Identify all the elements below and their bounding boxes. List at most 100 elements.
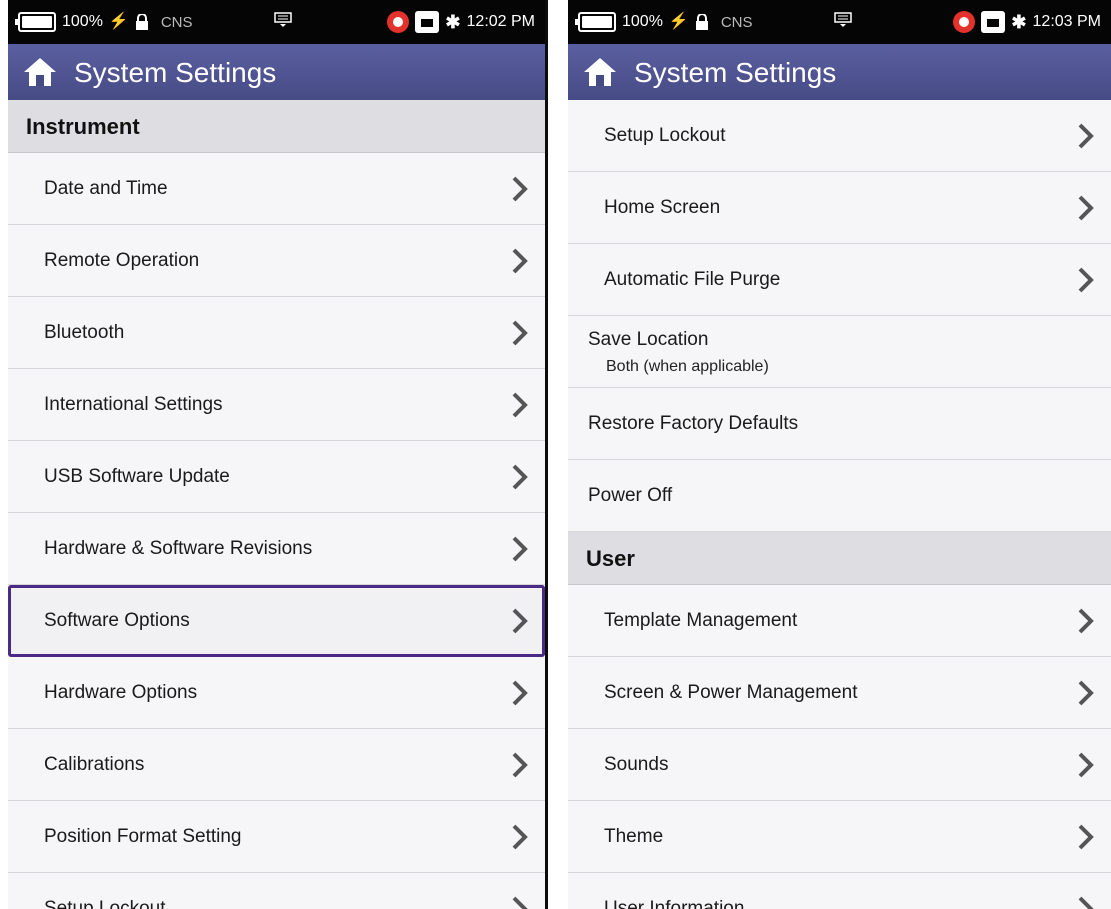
chevron-right-icon (512, 824, 528, 850)
chevron-right-icon (1078, 267, 1094, 293)
page-title: System Settings (634, 57, 837, 88)
menu-item-international-settings[interactable]: International Settings (8, 369, 545, 441)
menu-item-label: USB Software Update (44, 466, 230, 487)
menu-item-theme[interactable]: Theme (568, 801, 1111, 873)
menu-item-restore-factory-defaults[interactable]: Restore Factory Defaults (568, 388, 1111, 460)
battery-icon (575, 12, 616, 32)
chevron-right-icon (1078, 680, 1094, 706)
menu-item-bluetooth[interactable]: Bluetooth (8, 297, 545, 369)
section-header-instrument: Instrument (8, 100, 545, 153)
title-bar: System Settings (8, 44, 545, 100)
menu-item-label: Position Format Setting (44, 826, 242, 847)
menu-item-setup-lockout[interactable]: Setup Lockout (8, 873, 545, 909)
battery-icon (15, 12, 56, 32)
menu-item-label: Power Off (588, 485, 673, 506)
status-right-group: ✱ 12:03 PM (953, 11, 1101, 33)
menu-item-label: Hardware & Software Revisions (44, 538, 313, 559)
save-location-value: Both (when applicable) (606, 358, 769, 375)
lock-icon (135, 14, 148, 30)
chevron-right-icon (512, 536, 528, 562)
menu-item-label: Theme (604, 826, 664, 847)
battery-percent: 100% (622, 13, 663, 30)
bluetooth-icon: ✱ (445, 11, 461, 32)
chevron-right-icon (512, 248, 528, 274)
status-left-group: 100% ⚡ CNS (575, 12, 753, 32)
location-pin-icon (387, 11, 410, 33)
lightning-icon: ⚡ (668, 13, 689, 30)
menu-item-label: Home Screen (604, 197, 721, 218)
menu-item-usb-software-update[interactable]: USB Software Update (8, 441, 545, 513)
chevron-right-icon (512, 896, 528, 909)
chevron-right-icon (512, 608, 528, 634)
ethernet-icon (415, 11, 440, 33)
menu-item-software-options[interactable]: Software Options (8, 585, 545, 657)
chevron-right-icon (1078, 896, 1094, 909)
chevron-right-icon (512, 752, 528, 778)
chevron-right-icon (512, 392, 528, 418)
clock: 12:02 PM (466, 13, 535, 30)
menu-item-label: Bluetooth (44, 322, 125, 343)
battery-percent: 100% (62, 13, 103, 30)
menu-item-template-management[interactable]: Template Management (568, 585, 1111, 657)
menu-item-label: Save Location (588, 329, 709, 350)
menu-item-label: Setup Lockout (604, 125, 726, 146)
chevron-right-icon (1078, 752, 1094, 778)
menu-item-setup-lockout[interactable]: Setup Lockout (568, 100, 1111, 172)
menu-item-remote-operation[interactable]: Remote Operation (8, 225, 545, 297)
menu-item-power-off[interactable]: Power Off (568, 460, 1111, 532)
menu-item-label: Hardware Options (44, 682, 198, 703)
carrier-label: CNS (720, 13, 753, 31)
chevron-right-icon (1078, 608, 1094, 634)
menu-item-label: Restore Factory Defaults (588, 413, 799, 434)
home-icon[interactable] (22, 55, 58, 89)
chevron-right-icon (512, 176, 528, 202)
menu-item-label: Date and Time (44, 178, 168, 199)
menu-item-home-screen[interactable]: Home Screen (568, 172, 1111, 244)
chevron-right-icon (1078, 195, 1094, 221)
menu-item-automatic-file-purge[interactable]: Automatic File Purge (568, 244, 1111, 316)
menu-item-label: International Settings (44, 394, 223, 415)
chevron-right-icon (1078, 123, 1094, 149)
menu-item-label: Template Management (604, 610, 798, 631)
menu-item-save-location[interactable]: Save Location Both (when applicable) (568, 316, 1111, 388)
left-screen: 100% ⚡ CNS ✱ 12:02 PM System Settings In… (8, 0, 548, 909)
chevron-right-icon (1078, 824, 1094, 850)
bluetooth-icon: ✱ (1011, 11, 1027, 32)
clock: 12:03 PM (1032, 13, 1101, 30)
status-bar: 100% ⚡ CNS ✱ 12:03 PM (568, 0, 1111, 44)
menu-item-label: User Information (604, 898, 745, 909)
title-bar: System Settings (568, 44, 1111, 100)
menu-item-sounds[interactable]: Sounds (568, 729, 1111, 801)
chevron-right-icon (512, 320, 528, 346)
section-header-user: User (568, 532, 1111, 585)
status-right-group: ✱ 12:02 PM (387, 11, 535, 33)
chevron-right-icon (512, 464, 528, 490)
menu-item-label: Screen & Power Management (604, 682, 858, 703)
menu-item-label: Remote Operation (44, 250, 200, 271)
ethernet-icon (981, 11, 1006, 33)
menu-item-screen-power-management[interactable]: Screen & Power Management (568, 657, 1111, 729)
location-pin-icon (953, 11, 976, 33)
chevron-right-icon (512, 680, 528, 706)
carrier-label: CNS (160, 13, 193, 31)
right-screen: 100% ⚡ CNS ✱ 12:03 PM System Settings Se… (568, 0, 1111, 909)
menu-item-date-and-time[interactable]: Date and Time (8, 153, 545, 225)
lightning-icon: ⚡ (108, 13, 129, 30)
keyboard-icon (834, 12, 852, 27)
menu-item-user-information[interactable]: User Information (568, 873, 1111, 909)
menu-item-label: Setup Lockout (44, 898, 166, 909)
menu-item-position-format-setting[interactable]: Position Format Setting (8, 801, 545, 873)
menu-item-label: Automatic File Purge (604, 269, 781, 290)
status-left-group: 100% ⚡ CNS (15, 12, 193, 32)
menu-item-hardware-software-revisions[interactable]: Hardware & Software Revisions (8, 513, 545, 585)
keyboard-icon (274, 12, 292, 27)
menu-item-calibrations[interactable]: Calibrations (8, 729, 545, 801)
page-title: System Settings (74, 57, 277, 88)
status-bar: 100% ⚡ CNS ✱ 12:02 PM (8, 0, 545, 44)
lock-icon (695, 14, 708, 30)
home-icon[interactable] (582, 55, 618, 89)
menu-item-label: Calibrations (44, 754, 145, 775)
menu-item-hardware-options[interactable]: Hardware Options (8, 657, 545, 729)
menu-item-label: Software Options (44, 610, 190, 631)
menu-item-label: Sounds (604, 754, 669, 775)
